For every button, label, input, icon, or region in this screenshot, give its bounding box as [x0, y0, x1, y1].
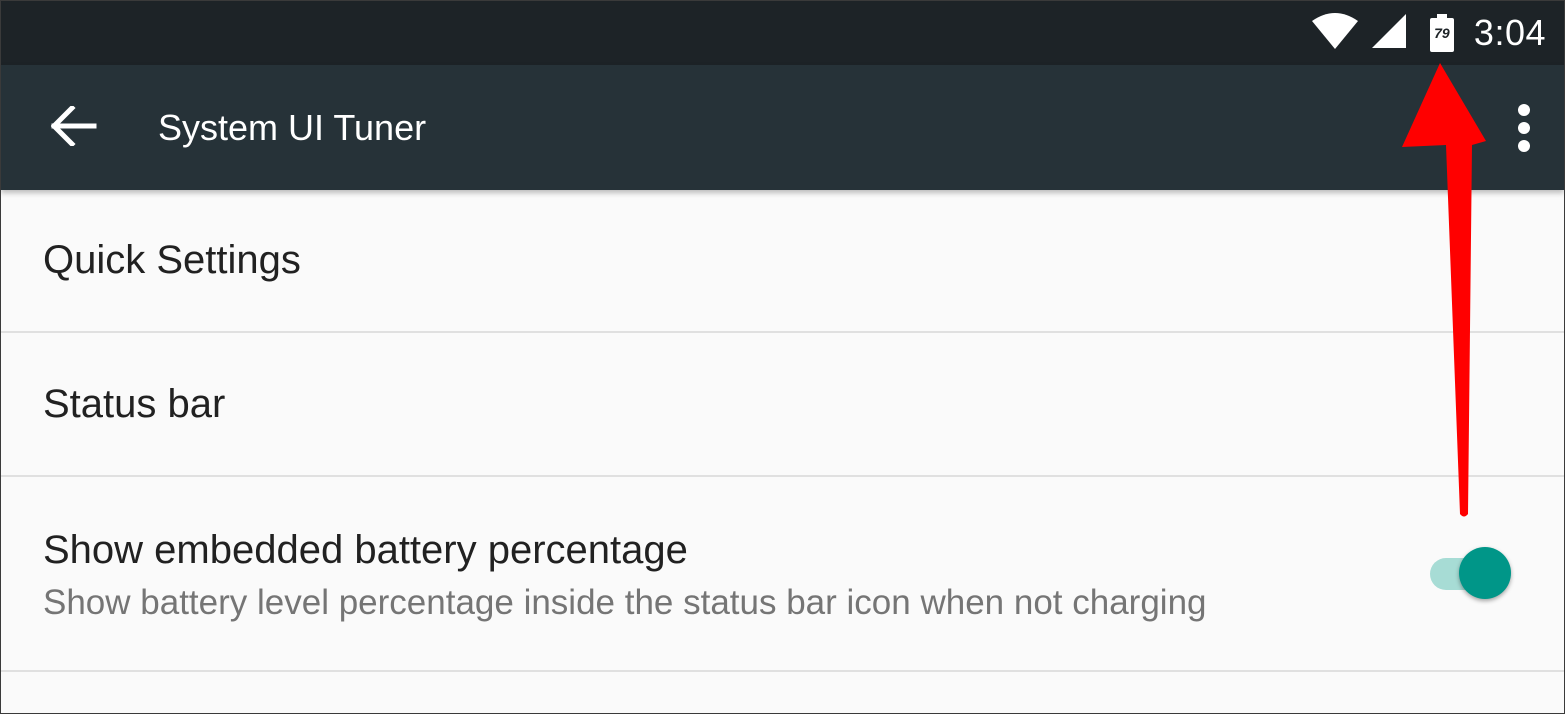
more-vert-icon-dot — [1518, 104, 1530, 116]
arrow-back-icon — [50, 103, 97, 151]
overflow-menu-button[interactable] — [1506, 98, 1542, 158]
page-title: System UI Tuner — [158, 107, 427, 148]
list-item-title: Quick Settings — [43, 238, 301, 282]
battery-percent-label: 79 — [1434, 25, 1450, 41]
wifi-icon — [1311, 12, 1358, 54]
battery-icon: 79 — [1429, 14, 1454, 52]
app-bar: System UI Tuner — [1, 65, 1564, 190]
screen: 79 3:04 System UI Tuner Quick Settings S… — [0, 0, 1565, 714]
settings-list: Quick Settings Status bar Show embedded … — [1, 190, 1564, 672]
list-item-title: Status bar — [43, 382, 226, 426]
list-item-quick-settings[interactable]: Quick Settings — [1, 190, 1564, 333]
list-item-title: Show embedded battery percentage — [43, 528, 688, 572]
status-icons: 79 3:04 — [1311, 1, 1546, 65]
back-button[interactable] — [41, 95, 107, 161]
status-bar: 79 3:04 — [1, 1, 1564, 65]
list-item-summary: Show battery level percentage inside the… — [43, 583, 1207, 622]
status-time: 3:04 — [1473, 12, 1546, 53]
switch-thumb — [1459, 547, 1511, 599]
more-vert-icon-dot — [1518, 122, 1530, 134]
more-vert-icon-dot — [1518, 140, 1530, 152]
list-item-battery-percentage[interactable]: Show embedded battery percentage Show ba… — [1, 477, 1564, 672]
battery-percentage-toggle[interactable] — [1430, 545, 1514, 603]
cell-signal-icon — [1371, 13, 1406, 53]
list-item-status-bar[interactable]: Status bar — [1, 333, 1564, 477]
